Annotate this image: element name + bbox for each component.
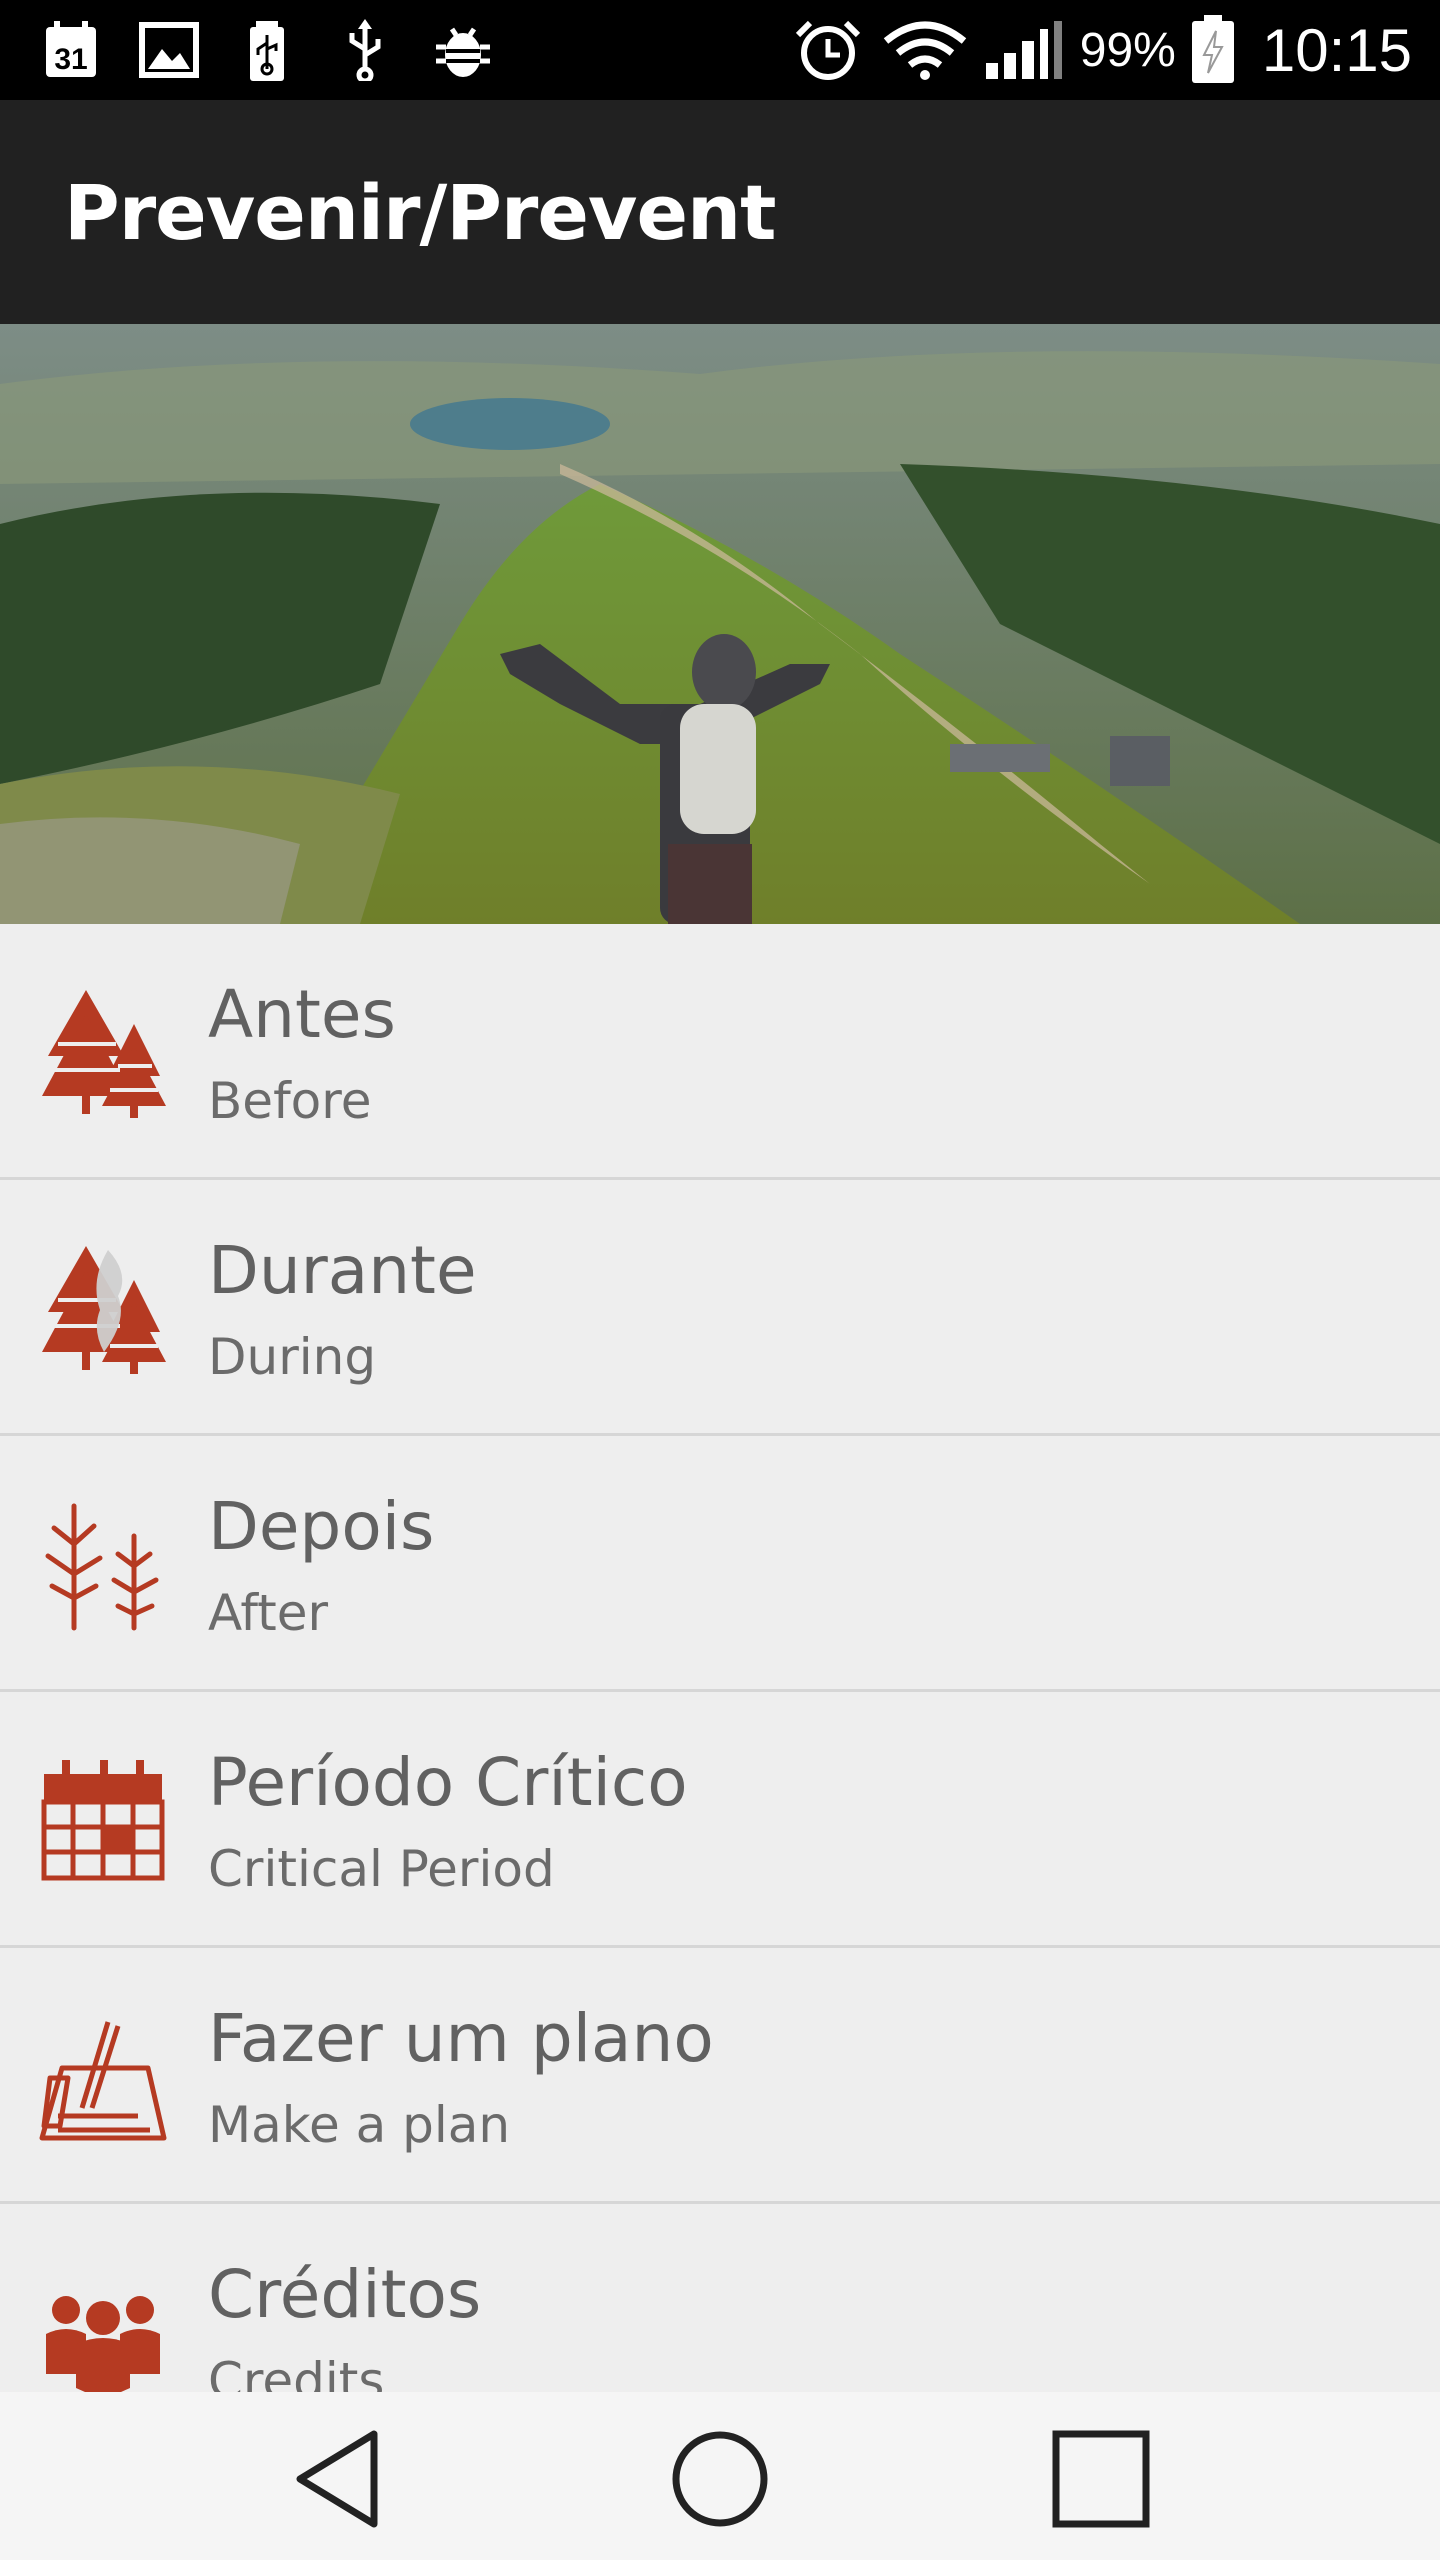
trees-smoke-icon — [38, 1240, 168, 1376]
signal-icon — [982, 19, 1066, 81]
status-left-icons: 31 — [40, 14, 494, 86]
debug-android-icon — [432, 19, 494, 81]
item-title: Depois — [208, 1488, 435, 1565]
home-icon[interactable] — [665, 2424, 775, 2534]
usb-icon — [334, 19, 396, 81]
plan-pencil-icon — [38, 2008, 168, 2144]
hero-mountain-image — [0, 324, 1440, 924]
list-item-creditos[interactable]: Créditos Credits — [0, 2204, 1440, 2392]
image-icon — [138, 19, 200, 81]
usb-battery-icon — [236, 19, 298, 81]
calendar-day-text: 31 — [54, 43, 87, 76]
battery-charging-icon — [1190, 15, 1236, 83]
status-right-icons: 99% 10:15 — [788, 10, 1412, 90]
list-item-antes[interactable]: Antes Before — [0, 924, 1440, 1180]
app-bar: Prevenir/Prevent — [0, 100, 1440, 324]
item-title: Durante — [208, 1232, 477, 1309]
list-item-durante[interactable]: Durante During — [0, 1180, 1440, 1436]
app-title: Prevenir/Prevent — [64, 168, 776, 257]
status-bar: 31 99% 10:15 — [0, 0, 1440, 100]
item-title: Antes — [208, 976, 396, 1053]
battery-percent: 99% — [1079, 23, 1176, 77]
item-subtitle: Before — [208, 1072, 372, 1130]
item-subtitle: Make a plan — [208, 2096, 511, 2154]
item-subtitle: Critical Period — [208, 1840, 555, 1898]
trees-icon — [38, 984, 168, 1120]
burnt-trees-icon — [38, 1496, 168, 1632]
list-item-depois[interactable]: Depois After — [0, 1436, 1440, 1692]
item-title: Fazer um plano — [208, 2000, 714, 2077]
item-subtitle: After — [208, 1584, 329, 1642]
navigation-bar — [0, 2392, 1440, 2560]
item-subtitle: Credits — [208, 2352, 385, 2392]
item-subtitle: During — [208, 1328, 377, 1386]
recents-icon[interactable] — [1046, 2424, 1156, 2534]
calendar-grid-icon — [38, 1752, 168, 1888]
back-icon[interactable] — [286, 2424, 396, 2534]
alarm-icon — [788, 19, 868, 81]
item-title: Créditos — [208, 2256, 482, 2333]
menu-list: Antes Before Durante During Depois After… — [0, 924, 1440, 2392]
people-group-icon — [38, 2264, 168, 2392]
item-title: Período Crítico — [208, 1744, 688, 1821]
status-time: 10:15 — [1261, 16, 1412, 84]
list-item-periodo-critico[interactable]: Período Crítico Critical Period — [0, 1692, 1440, 1948]
list-item-fazer-um-plano[interactable]: Fazer um plano Make a plan — [0, 1948, 1440, 2204]
wifi-icon — [882, 19, 968, 81]
calendar-icon: 31 — [40, 19, 102, 81]
